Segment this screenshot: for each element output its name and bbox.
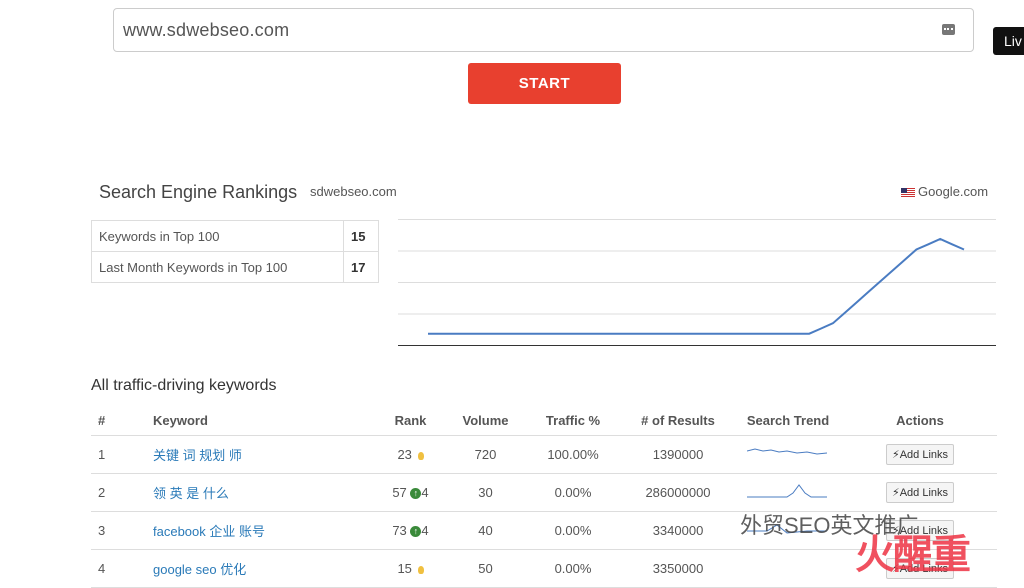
rankings-stats-table: Keywords in Top 100 15 Last Month Keywor… bbox=[91, 220, 379, 283]
add-links-button[interactable]: ⚡Add Links bbox=[885, 444, 955, 465]
col-header-actions: Actions bbox=[843, 405, 997, 436]
chart-series-line bbox=[428, 237, 965, 335]
row-num: 3 bbox=[91, 511, 153, 550]
search-engine-selector[interactable]: Google.com bbox=[901, 184, 988, 199]
rank-cell: 57 ↑ 4 bbox=[373, 473, 448, 512]
trend-sparkline bbox=[746, 448, 828, 455]
trend-cell bbox=[733, 473, 843, 512]
col-header-trend: Search Trend bbox=[733, 405, 843, 436]
rank-value: 73 bbox=[392, 523, 407, 538]
search-engine-label: Google.com bbox=[918, 184, 989, 199]
keywords-title: All traffic-driving keywords bbox=[91, 377, 277, 394]
col-header-rank[interactable]: Rank bbox=[373, 405, 448, 436]
col-header-volume[interactable]: Volume bbox=[448, 405, 523, 436]
lightbulb-icon bbox=[417, 565, 424, 574]
rank-value: 15 bbox=[397, 561, 412, 576]
rank-cell: 73 ↑ 4 bbox=[373, 511, 448, 550]
table-row: 1 关键 词 规划 师 23 720 100.00% 1390000 ⚡Add … bbox=[91, 435, 997, 474]
results-cell: 286000000 bbox=[623, 473, 733, 512]
rank-cell: 23 bbox=[373, 435, 448, 474]
rank-change: 4 bbox=[421, 523, 429, 538]
stat-value: 17 bbox=[343, 251, 379, 283]
us-flag-icon bbox=[901, 188, 915, 198]
keywords-header-row: # Keyword Rank Volume Traffic % # of Res… bbox=[91, 405, 997, 436]
stat-label: Keywords in Top 100 bbox=[91, 220, 344, 252]
password-manager-icon[interactable] bbox=[942, 24, 955, 35]
rank-value: 23 bbox=[397, 447, 412, 462]
col-header-traffic[interactable]: Traffic % bbox=[523, 405, 623, 436]
arrow-up-icon: ↑ bbox=[410, 488, 422, 500]
keyword-link[interactable]: facebook 企业 账号 bbox=[153, 511, 373, 550]
stat-row: Keywords in Top 100 15 bbox=[91, 220, 379, 252]
results-cell: 1390000 bbox=[623, 435, 733, 474]
table-row: 2 领 英 是 什么 57 ↑ 4 30 0.00% 286000000 ⚡Add… bbox=[91, 473, 997, 512]
traffic-cell: 100.00% bbox=[523, 435, 623, 474]
url-input-value: www.sdwebseo.com bbox=[123, 20, 290, 40]
traffic-cell: 0.00% bbox=[523, 511, 623, 550]
start-button[interactable]: START bbox=[468, 63, 621, 104]
keyword-link[interactable]: 关键 词 规划 师 bbox=[153, 435, 373, 474]
traffic-cell: 0.00% bbox=[523, 473, 623, 512]
stat-label: Last Month Keywords in Top 100 bbox=[91, 251, 344, 283]
trend-cell bbox=[733, 435, 843, 474]
row-num: 1 bbox=[91, 435, 153, 474]
traffic-cell: 0.00% bbox=[523, 549, 623, 588]
rankings-domain: sdwebseo.com bbox=[310, 184, 397, 199]
trend-cell bbox=[733, 549, 843, 588]
keyword-link[interactable]: 领 英 是 什么 bbox=[153, 473, 373, 512]
col-header-results[interactable]: # of Results bbox=[623, 405, 733, 436]
trend-sparkline bbox=[747, 484, 827, 498]
row-num: 4 bbox=[91, 549, 153, 588]
volume-cell: 30 bbox=[448, 473, 523, 512]
volume-cell: 50 bbox=[448, 549, 523, 588]
col-header-num: # bbox=[91, 405, 153, 436]
keyword-link[interactable]: google seo 优化 bbox=[153, 549, 373, 588]
volume-cell: 40 bbox=[448, 511, 523, 550]
col-header-keyword: Keyword bbox=[153, 405, 373, 436]
rank-value: 57 bbox=[392, 485, 407, 500]
live-button[interactable]: Liv bbox=[993, 27, 1024, 55]
row-num: 2 bbox=[91, 473, 153, 512]
bolt-icon: ⚡ bbox=[891, 449, 900, 461]
rankings-title: Search Engine Rankings bbox=[99, 182, 298, 202]
rank-change: 4 bbox=[421, 485, 429, 500]
add-links-button[interactable]: ⚡Add Links bbox=[885, 482, 955, 503]
actions-cell: ⚡Add Links bbox=[843, 473, 997, 512]
rankings-chart bbox=[398, 219, 996, 346]
actions-cell: ⚡Add Links bbox=[843, 435, 997, 474]
arrow-up-icon: ↑ bbox=[410, 526, 422, 538]
url-input[interactable]: www.sdwebseo.com bbox=[113, 8, 974, 52]
bolt-icon: ⚡ bbox=[891, 487, 900, 499]
watermark-logo: 火醒重 bbox=[855, 533, 971, 577]
stat-value: 15 bbox=[343, 220, 379, 252]
volume-cell: 720 bbox=[448, 435, 523, 474]
stat-row: Last Month Keywords in Top 100 17 bbox=[91, 251, 379, 283]
lightbulb-icon bbox=[417, 451, 424, 460]
results-cell: 3350000 bbox=[623, 549, 733, 588]
results-cell: 3340000 bbox=[623, 511, 733, 550]
rank-cell: 15 bbox=[373, 549, 448, 588]
